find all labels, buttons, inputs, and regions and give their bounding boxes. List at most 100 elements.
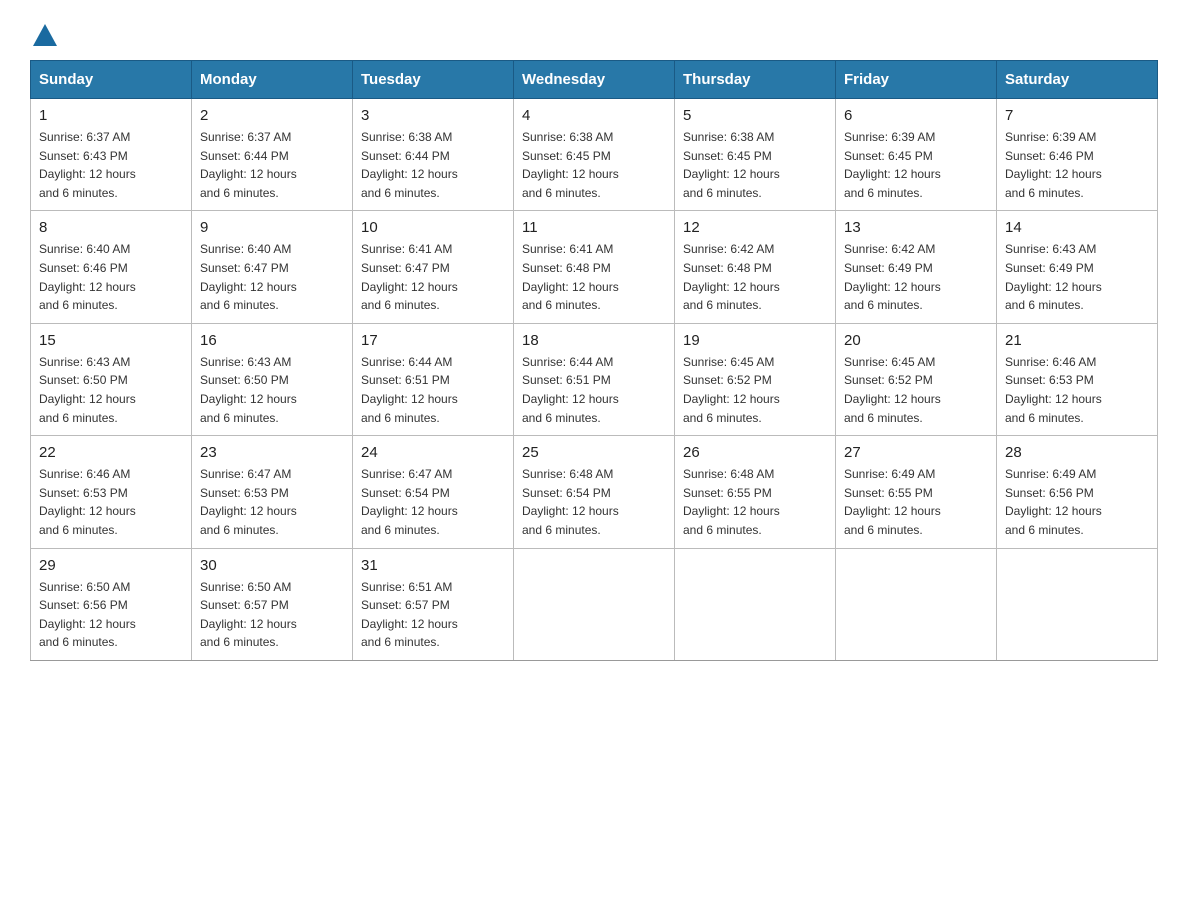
day-number: 25 bbox=[522, 444, 666, 461]
day-info: Sunrise: 6:41 AMSunset: 6:47 PMDaylight:… bbox=[361, 240, 505, 314]
day-info: Sunrise: 6:39 AMSunset: 6:46 PMDaylight:… bbox=[1005, 128, 1149, 202]
calendar-cell: 17Sunrise: 6:44 AMSunset: 6:51 PMDayligh… bbox=[353, 323, 514, 435]
day-info: Sunrise: 6:38 AMSunset: 6:45 PMDaylight:… bbox=[522, 128, 666, 202]
calendar-cell: 24 Sunrise: 6:47 AMSunset: 6:54 PMDayligh… bbox=[353, 436, 514, 548]
day-info: Sunrise: 6:42 AMSunset: 6:48 PMDaylight:… bbox=[683, 240, 827, 314]
day-info: Sunrise: 6:46 AMSunset: 6:53 PMDaylight:… bbox=[1005, 353, 1149, 427]
day-info: Sunrise: 6:46 AMSunset: 6:53 PMDaylight:… bbox=[39, 465, 183, 539]
calendar-cell: 1 Sunrise: 6:37 AMSunset: 6:43 PMDaylight… bbox=[31, 99, 192, 211]
calendar-cell: 26Sunrise: 6:48 AMSunset: 6:55 PMDayligh… bbox=[675, 436, 836, 548]
day-number: 12 bbox=[683, 219, 827, 236]
calendar-week-3: 15 Sunrise: 6:43 AMSunset: 6:50 PMDayligh… bbox=[31, 323, 1158, 435]
day-number: 10 bbox=[361, 219, 505, 236]
day-number: 28 bbox=[1005, 444, 1149, 461]
calendar-week-2: 8 Sunrise: 6:40 AMSunset: 6:46 PMDaylight… bbox=[31, 211, 1158, 323]
day-number: 31 bbox=[361, 557, 505, 574]
day-number: 3 bbox=[361, 107, 505, 124]
day-number: 5 bbox=[683, 107, 827, 124]
calendar-cell: 23 Sunrise: 6:47 AMSunset: 6:53 PMDayligh… bbox=[192, 436, 353, 548]
day-info: Sunrise: 6:48 AMSunset: 6:54 PMDaylight:… bbox=[522, 465, 666, 539]
day-info: Sunrise: 6:45 AMSunset: 6:52 PMDaylight:… bbox=[844, 353, 988, 427]
col-header-friday: Friday bbox=[836, 61, 997, 99]
day-number: 30 bbox=[200, 557, 344, 574]
day-number: 11 bbox=[522, 219, 666, 236]
logo bbox=[30, 20, 57, 44]
day-number: 16 bbox=[200, 332, 344, 349]
page-header bbox=[30, 20, 1158, 44]
day-info: Sunrise: 6:37 AMSunset: 6:43 PMDaylight:… bbox=[39, 128, 183, 202]
col-header-monday: Monday bbox=[192, 61, 353, 99]
calendar-cell: 31 Sunrise: 6:51 AMSunset: 6:57 PMDayligh… bbox=[353, 548, 514, 660]
day-number: 4 bbox=[522, 107, 666, 124]
calendar-cell: 16 Sunrise: 6:43 AMSunset: 6:50 PMDayligh… bbox=[192, 323, 353, 435]
col-header-sunday: Sunday bbox=[31, 61, 192, 99]
calendar-cell: 25 Sunrise: 6:48 AMSunset: 6:54 PMDayligh… bbox=[514, 436, 675, 548]
day-info: Sunrise: 6:49 AMSunset: 6:56 PMDaylight:… bbox=[1005, 465, 1149, 539]
day-number: 29 bbox=[39, 557, 183, 574]
day-info: Sunrise: 6:43 AMSunset: 6:50 PMDaylight:… bbox=[200, 353, 344, 427]
calendar-header-row: SundayMondayTuesdayWednesdayThursdayFrid… bbox=[31, 61, 1158, 99]
day-info: Sunrise: 6:47 AMSunset: 6:53 PMDaylight:… bbox=[200, 465, 344, 539]
day-info: Sunrise: 6:43 AMSunset: 6:49 PMDaylight:… bbox=[1005, 240, 1149, 314]
calendar-cell: 20Sunrise: 6:45 AMSunset: 6:52 PMDayligh… bbox=[836, 323, 997, 435]
day-info: Sunrise: 6:37 AMSunset: 6:44 PMDaylight:… bbox=[200, 128, 344, 202]
day-info: Sunrise: 6:50 AMSunset: 6:56 PMDaylight:… bbox=[39, 578, 183, 652]
calendar-cell: 18Sunrise: 6:44 AMSunset: 6:51 PMDayligh… bbox=[514, 323, 675, 435]
calendar-cell bbox=[514, 548, 675, 660]
calendar-cell: 8 Sunrise: 6:40 AMSunset: 6:46 PMDaylight… bbox=[31, 211, 192, 323]
day-info: Sunrise: 6:47 AMSunset: 6:54 PMDaylight:… bbox=[361, 465, 505, 539]
calendar-cell: 11 Sunrise: 6:41 AMSunset: 6:48 PMDayligh… bbox=[514, 211, 675, 323]
calendar-cell: 9Sunrise: 6:40 AMSunset: 6:47 PMDaylight… bbox=[192, 211, 353, 323]
col-header-saturday: Saturday bbox=[997, 61, 1158, 99]
day-number: 26 bbox=[683, 444, 827, 461]
calendar-cell: 5Sunrise: 6:38 AMSunset: 6:45 PMDaylight… bbox=[675, 99, 836, 211]
day-info: Sunrise: 6:51 AMSunset: 6:57 PMDaylight:… bbox=[361, 578, 505, 652]
calendar-cell: 28 Sunrise: 6:49 AMSunset: 6:56 PMDayligh… bbox=[997, 436, 1158, 548]
day-info: Sunrise: 6:45 AMSunset: 6:52 PMDaylight:… bbox=[683, 353, 827, 427]
day-number: 24 bbox=[361, 444, 505, 461]
calendar-cell bbox=[997, 548, 1158, 660]
day-number: 2 bbox=[200, 107, 344, 124]
day-number: 15 bbox=[39, 332, 183, 349]
calendar-cell: 30 Sunrise: 6:50 AMSunset: 6:57 PMDayligh… bbox=[192, 548, 353, 660]
day-info: Sunrise: 6:49 AMSunset: 6:55 PMDaylight:… bbox=[844, 465, 988, 539]
calendar-cell: 19Sunrise: 6:45 AMSunset: 6:52 PMDayligh… bbox=[675, 323, 836, 435]
calendar-cell bbox=[836, 548, 997, 660]
day-info: Sunrise: 6:38 AMSunset: 6:44 PMDaylight:… bbox=[361, 128, 505, 202]
calendar-cell bbox=[675, 548, 836, 660]
calendar-cell: 10 Sunrise: 6:41 AMSunset: 6:47 PMDayligh… bbox=[353, 211, 514, 323]
day-info: Sunrise: 6:43 AMSunset: 6:50 PMDaylight:… bbox=[39, 353, 183, 427]
col-header-thursday: Thursday bbox=[675, 61, 836, 99]
calendar-table: SundayMondayTuesdayWednesdayThursdayFrid… bbox=[30, 60, 1158, 661]
day-info: Sunrise: 6:39 AMSunset: 6:45 PMDaylight:… bbox=[844, 128, 988, 202]
calendar-week-5: 29 Sunrise: 6:50 AMSunset: 6:56 PMDayligh… bbox=[31, 548, 1158, 660]
calendar-cell: 13Sunrise: 6:42 AMSunset: 6:49 PMDayligh… bbox=[836, 211, 997, 323]
day-number: 22 bbox=[39, 444, 183, 461]
calendar-cell: 21 Sunrise: 6:46 AMSunset: 6:53 PMDayligh… bbox=[997, 323, 1158, 435]
calendar-cell: 29 Sunrise: 6:50 AMSunset: 6:56 PMDayligh… bbox=[31, 548, 192, 660]
col-header-tuesday: Tuesday bbox=[353, 61, 514, 99]
calendar-cell: 3 Sunrise: 6:38 AMSunset: 6:44 PMDaylight… bbox=[353, 99, 514, 211]
day-number: 18 bbox=[522, 332, 666, 349]
day-number: 13 bbox=[844, 219, 988, 236]
day-info: Sunrise: 6:40 AMSunset: 6:46 PMDaylight:… bbox=[39, 240, 183, 314]
day-number: 7 bbox=[1005, 107, 1149, 124]
calendar-cell: 22 Sunrise: 6:46 AMSunset: 6:53 PMDayligh… bbox=[31, 436, 192, 548]
calendar-cell: 14Sunrise: 6:43 AMSunset: 6:49 PMDayligh… bbox=[997, 211, 1158, 323]
calendar-cell: 4 Sunrise: 6:38 AMSunset: 6:45 PMDaylight… bbox=[514, 99, 675, 211]
day-number: 23 bbox=[200, 444, 344, 461]
day-info: Sunrise: 6:41 AMSunset: 6:48 PMDaylight:… bbox=[522, 240, 666, 314]
calendar-week-1: 1 Sunrise: 6:37 AMSunset: 6:43 PMDaylight… bbox=[31, 99, 1158, 211]
day-number: 1 bbox=[39, 107, 183, 124]
day-info: Sunrise: 6:50 AMSunset: 6:57 PMDaylight:… bbox=[200, 578, 344, 652]
calendar-cell: 12 Sunrise: 6:42 AMSunset: 6:48 PMDayligh… bbox=[675, 211, 836, 323]
col-header-wednesday: Wednesday bbox=[514, 61, 675, 99]
calendar-week-4: 22 Sunrise: 6:46 AMSunset: 6:53 PMDayligh… bbox=[31, 436, 1158, 548]
day-number: 9 bbox=[200, 219, 344, 236]
day-number: 8 bbox=[39, 219, 183, 236]
day-number: 27 bbox=[844, 444, 988, 461]
logo-triangle-icon bbox=[33, 24, 57, 46]
day-number: 17 bbox=[361, 332, 505, 349]
day-number: 21 bbox=[1005, 332, 1149, 349]
calendar-cell: 27 Sunrise: 6:49 AMSunset: 6:55 PMDayligh… bbox=[836, 436, 997, 548]
